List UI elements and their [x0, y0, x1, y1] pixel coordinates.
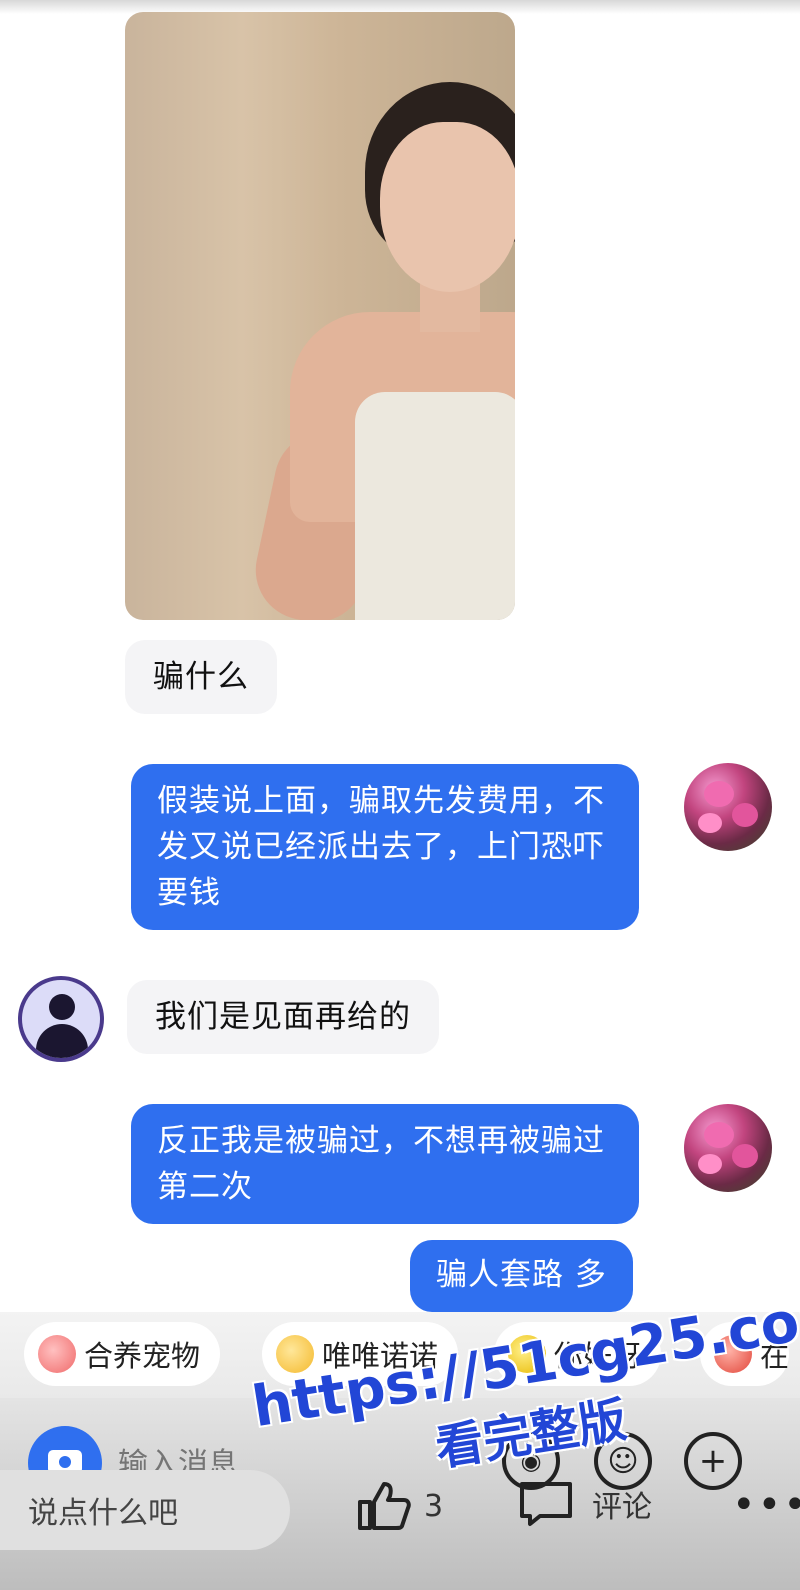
photo-face — [380, 122, 515, 292]
like-button[interactable]: 3 — [356, 1480, 443, 1532]
message-bubble-outgoing[interactable]: 反正我是被骗过，不想再被骗过第二次 — [131, 1104, 639, 1224]
person-head — [49, 994, 75, 1020]
flower-petal — [698, 813, 722, 833]
flower-petal — [704, 1122, 734, 1148]
my-avatar[interactable] — [684, 763, 772, 851]
my-avatar[interactable] — [684, 1104, 772, 1192]
more-icon[interactable]: ••• — [732, 1485, 800, 1525]
plus-icon: + — [698, 1441, 728, 1481]
flower-petal — [732, 803, 758, 827]
photo-top — [355, 392, 515, 620]
comment-icon — [520, 1482, 572, 1526]
flower-petal — [732, 1144, 758, 1168]
message-bubble-outgoing[interactable]: 骗人套路 多 — [410, 1240, 633, 1312]
contact-avatar[interactable] — [18, 976, 104, 1062]
message-bubble-incoming[interactable]: 骗什么 — [125, 640, 277, 714]
pink-blob-icon — [38, 1335, 76, 1373]
like-count: 3 — [424, 1488, 444, 1524]
comment-label: 评论 — [592, 1490, 652, 1525]
message-bubble-incoming[interactable]: 我们是见面再给的 — [127, 980, 439, 1054]
quick-reply-chip[interactable]: 合养宠物 — [24, 1322, 221, 1386]
camera-lens — [57, 1454, 73, 1470]
photo-message[interactable] — [125, 12, 515, 620]
message-bubble-outgoing[interactable]: 假装说上面，骗取先发费用，不发又说已经派出去了，上门恐吓要钱 — [131, 764, 639, 930]
flower-petal — [698, 1154, 722, 1174]
quick-reply-label: 合养宠物 — [84, 1339, 201, 1373]
comment-placeholder: 说点什么吧 — [28, 1496, 178, 1531]
comment-input[interactable]: 说点什么吧 — [0, 1470, 290, 1550]
comment-button[interactable]: 评论 — [518, 1480, 652, 1528]
flower-petal — [704, 781, 734, 807]
person-body — [36, 1024, 88, 1058]
thumbs-up-icon — [358, 1482, 411, 1530]
